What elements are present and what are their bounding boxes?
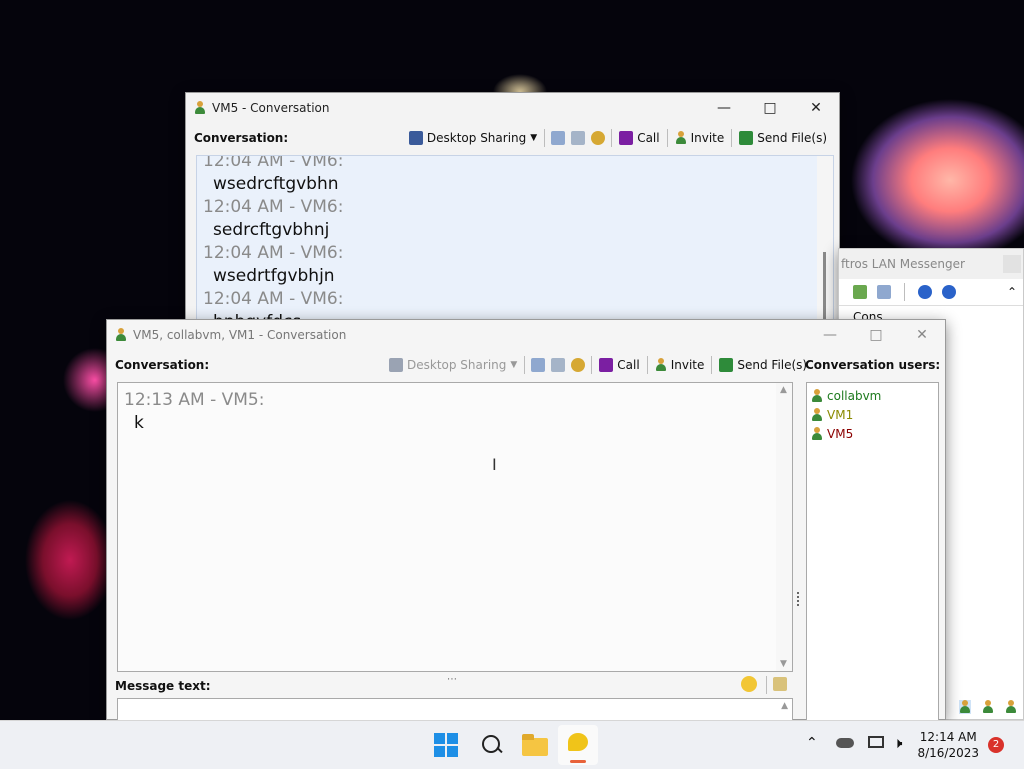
dropdown-arrow-icon: ▼: [530, 133, 538, 143]
notification-badge[interactable]: 2: [988, 737, 1004, 753]
message-header: 12:13 AM - VM5:: [124, 390, 265, 410]
back-conversation-log[interactable]: 12:04 AM - VM6: wsedrcftgvbhn 12:04 AM -…: [196, 155, 834, 331]
conversation-label: Conversation:: [115, 358, 210, 372]
message-header: 12:04 AM - VM6:: [203, 243, 344, 263]
message-text-label: Message text:: [115, 679, 211, 693]
minimize-button[interactable]: —: [701, 93, 747, 123]
search-button[interactable]: [480, 733, 504, 757]
minimize-button[interactable]: —: [807, 320, 853, 350]
scroll-down-arrow-icon[interactable]: ▼: [780, 659, 787, 669]
time-text: 12:14 AM: [919, 730, 977, 744]
maximize-button[interactable]: □: [747, 93, 793, 123]
user-list-item[interactable]: VM5: [811, 424, 934, 443]
message-body: wsedrcftgvbhn: [213, 174, 339, 194]
close-button[interactable]: ✕: [899, 320, 945, 350]
close-button[interactable]: [1003, 255, 1021, 273]
network-icon[interactable]: [868, 736, 884, 748]
back-window-titlebar[interactable]: VM5 - Conversation — □ ✕: [186, 93, 839, 123]
transfers-icon[interactable]: [571, 131, 586, 145]
scrollbar-thumb[interactable]: [823, 252, 826, 328]
conversation-users-list[interactable]: collabvm VM1 VM5: [806, 382, 939, 721]
user-icon: [811, 388, 823, 403]
file-explorer-button[interactable]: [522, 734, 548, 756]
dropdown-arrow-icon: ▼: [510, 360, 518, 370]
status-online-icon[interactable]: [958, 700, 971, 714]
cloud-offline-icon[interactable]: [836, 738, 854, 748]
monitor-icon: [408, 131, 423, 145]
settings-icon[interactable]: [571, 358, 586, 372]
message-body: k: [134, 413, 144, 433]
search-icon: [482, 735, 500, 753]
status-offline-icon[interactable]: [1005, 700, 1017, 714]
invite-button[interactable]: Invite: [671, 131, 729, 145]
back-log-scrollbar[interactable]: [817, 156, 833, 330]
message-header: 12:04 AM - VM6:: [203, 289, 344, 309]
chevron-up-icon[interactable]: ⌃: [806, 735, 818, 751]
history-icon[interactable]: [551, 131, 566, 145]
monitor-icon: [389, 358, 403, 372]
chat-bubble-icon: [568, 733, 588, 751]
clock[interactable]: 12:14 AM 8/16/2023: [917, 729, 979, 761]
lan-messenger-taskbar-button[interactable]: [558, 725, 598, 765]
history-icon[interactable]: [877, 285, 891, 299]
user-list-item[interactable]: collabvm: [811, 386, 934, 405]
front-conversation-window[interactable]: VM5, collabvm, VM1 - Conversation — □ ✕ …: [106, 319, 946, 721]
user-icon: [811, 426, 823, 441]
status-busy-icon[interactable]: [982, 700, 994, 714]
start-button[interactable]: [434, 733, 458, 757]
message-header: 12:04 AM - VM6:: [203, 197, 344, 217]
send-files-button[interactable]: Send File(s): [735, 131, 831, 145]
user-icon: [811, 407, 823, 422]
back-window-title: VM5 - Conversation: [212, 101, 330, 115]
front-window-titlebar[interactable]: VM5, collabvm, VM1 - Conversation — □ ✕: [107, 320, 945, 350]
text-cursor-icon: I: [492, 455, 497, 474]
settings-icon[interactable]: [591, 131, 606, 145]
send-file-icon: [719, 358, 734, 372]
conversation-users-label: Conversation users:: [805, 358, 941, 372]
group-icon: [115, 328, 127, 342]
help-icon[interactable]: [918, 285, 932, 299]
message-header: 12:04 AM - VM6:: [203, 155, 344, 171]
volume-icon[interactable]: 🕨: [893, 734, 902, 752]
video-call-icon: [599, 358, 614, 372]
message-input[interactable]: ▲: [117, 698, 793, 721]
desktop-sharing-button[interactable]: Desktop Sharing ▼: [385, 358, 521, 372]
add-contact-icon[interactable]: [853, 285, 867, 299]
emoticon-icon[interactable]: [741, 676, 757, 692]
user-icon: [194, 101, 206, 115]
conversation-log[interactable]: 12:13 AM - VM5: k ▲ ▼ I: [117, 382, 793, 672]
scroll-up-arrow-icon[interactable]: ▲: [780, 385, 787, 395]
conversation-label: Conversation:: [194, 131, 289, 145]
conversation-scrollbar[interactable]: ▲ ▼: [776, 383, 792, 671]
close-button[interactable]: ✕: [793, 93, 839, 123]
send-file-icon: [739, 131, 754, 145]
message-body: wsedrtfgvbhjn: [213, 266, 335, 286]
info-icon[interactable]: [942, 285, 956, 299]
call-button[interactable]: Call: [615, 131, 663, 145]
lan-messenger-title: ftros LAN Messenger: [841, 257, 965, 271]
splitter-handle[interactable]: ⋯: [447, 674, 457, 685]
folder-icon: [522, 738, 548, 756]
user-list-item[interactable]: VM1: [811, 405, 934, 424]
invite-icon: [675, 131, 687, 145]
invite-button[interactable]: Invite: [651, 358, 709, 372]
maximize-button[interactable]: □: [853, 320, 899, 350]
video-call-icon: [619, 131, 634, 145]
invite-icon: [655, 358, 667, 372]
vertical-splitter-handle[interactable]: [797, 592, 803, 606]
desktop-sharing-button[interactable]: Desktop Sharing ▼: [405, 131, 541, 145]
transfers-icon[interactable]: [551, 358, 566, 372]
front-window-title: VM5, collabvm, VM1 - Conversation: [133, 328, 347, 342]
history-icon[interactable]: [531, 358, 546, 372]
scroll-up-arrow-icon[interactable]: ▲: [781, 701, 788, 711]
back-conversation-window[interactable]: VM5 - Conversation — □ ✕ Conversation: D…: [185, 92, 840, 332]
send-files-button[interactable]: Send File(s): [715, 358, 811, 372]
message-body: sedrcftgvbhnj: [213, 220, 330, 240]
taskbar: ⌃ 🕨 12:14 AM 8/16/2023 2: [0, 720, 1024, 769]
font-settings-icon[interactable]: [773, 677, 787, 691]
date-text: 8/16/2023: [917, 746, 979, 760]
call-button[interactable]: Call: [595, 358, 643, 372]
chevron-up-icon[interactable]: ⌃: [1007, 285, 1017, 299]
